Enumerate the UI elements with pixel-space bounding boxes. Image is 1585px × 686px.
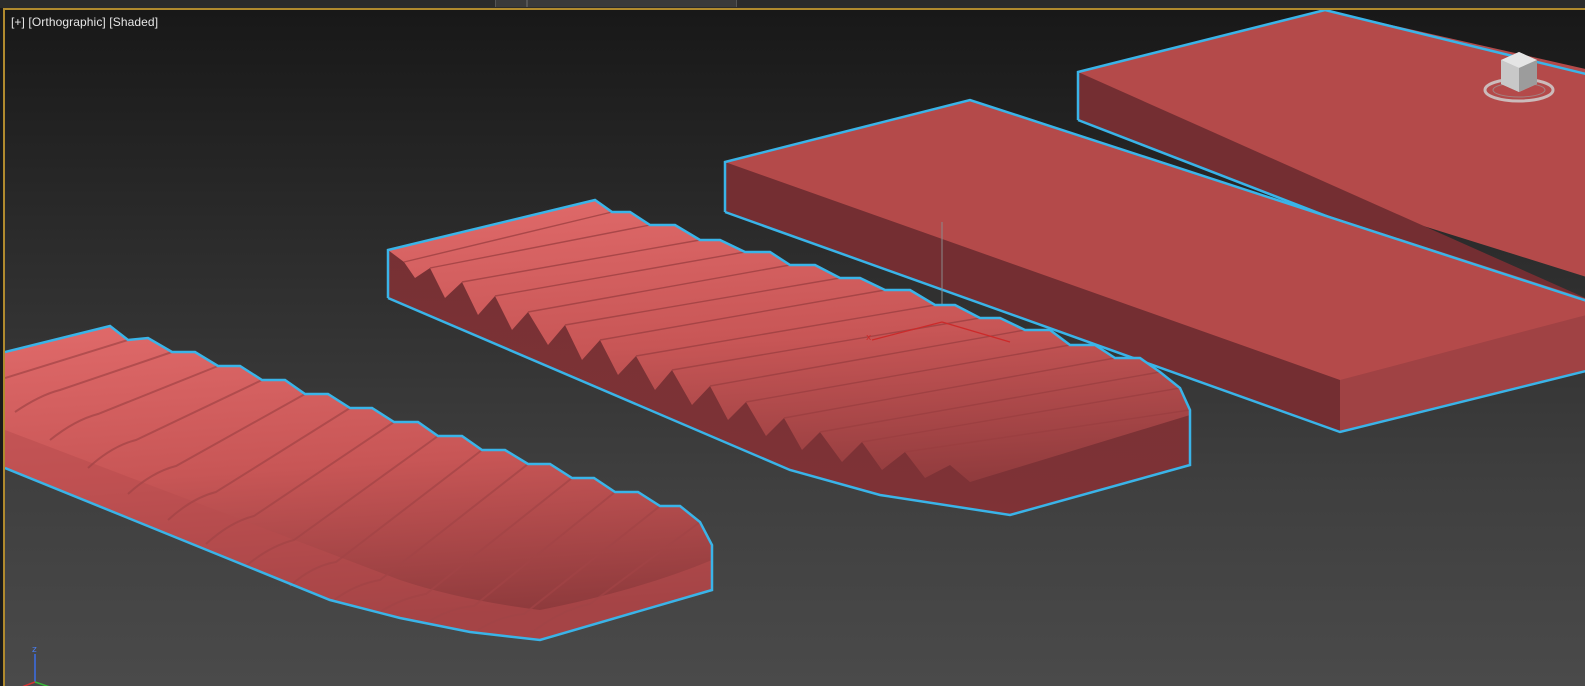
axis-x-line: [22, 681, 36, 686]
toolbar-segment[interactable]: [495, 0, 527, 7]
gizmo-x-label: x: [866, 333, 872, 343]
perspective-viewport[interactable]: [+] [Orthographic] [Shaded] x z: [3, 8, 1585, 686]
axis-tripod-icon: z: [22, 645, 50, 686]
axis-z-label: z: [32, 645, 37, 655]
scene-canvas[interactable]: x: [3, 8, 1585, 686]
max-app: [+] [Orthographic] [Shaded] x z: [0, 0, 1585, 686]
axis-y-line: [34, 681, 50, 686]
viewcube-icon[interactable]: [1479, 44, 1559, 114]
toolbar-strip: [0, 0, 1585, 8]
toolbar-segment[interactable]: [527, 0, 737, 7]
